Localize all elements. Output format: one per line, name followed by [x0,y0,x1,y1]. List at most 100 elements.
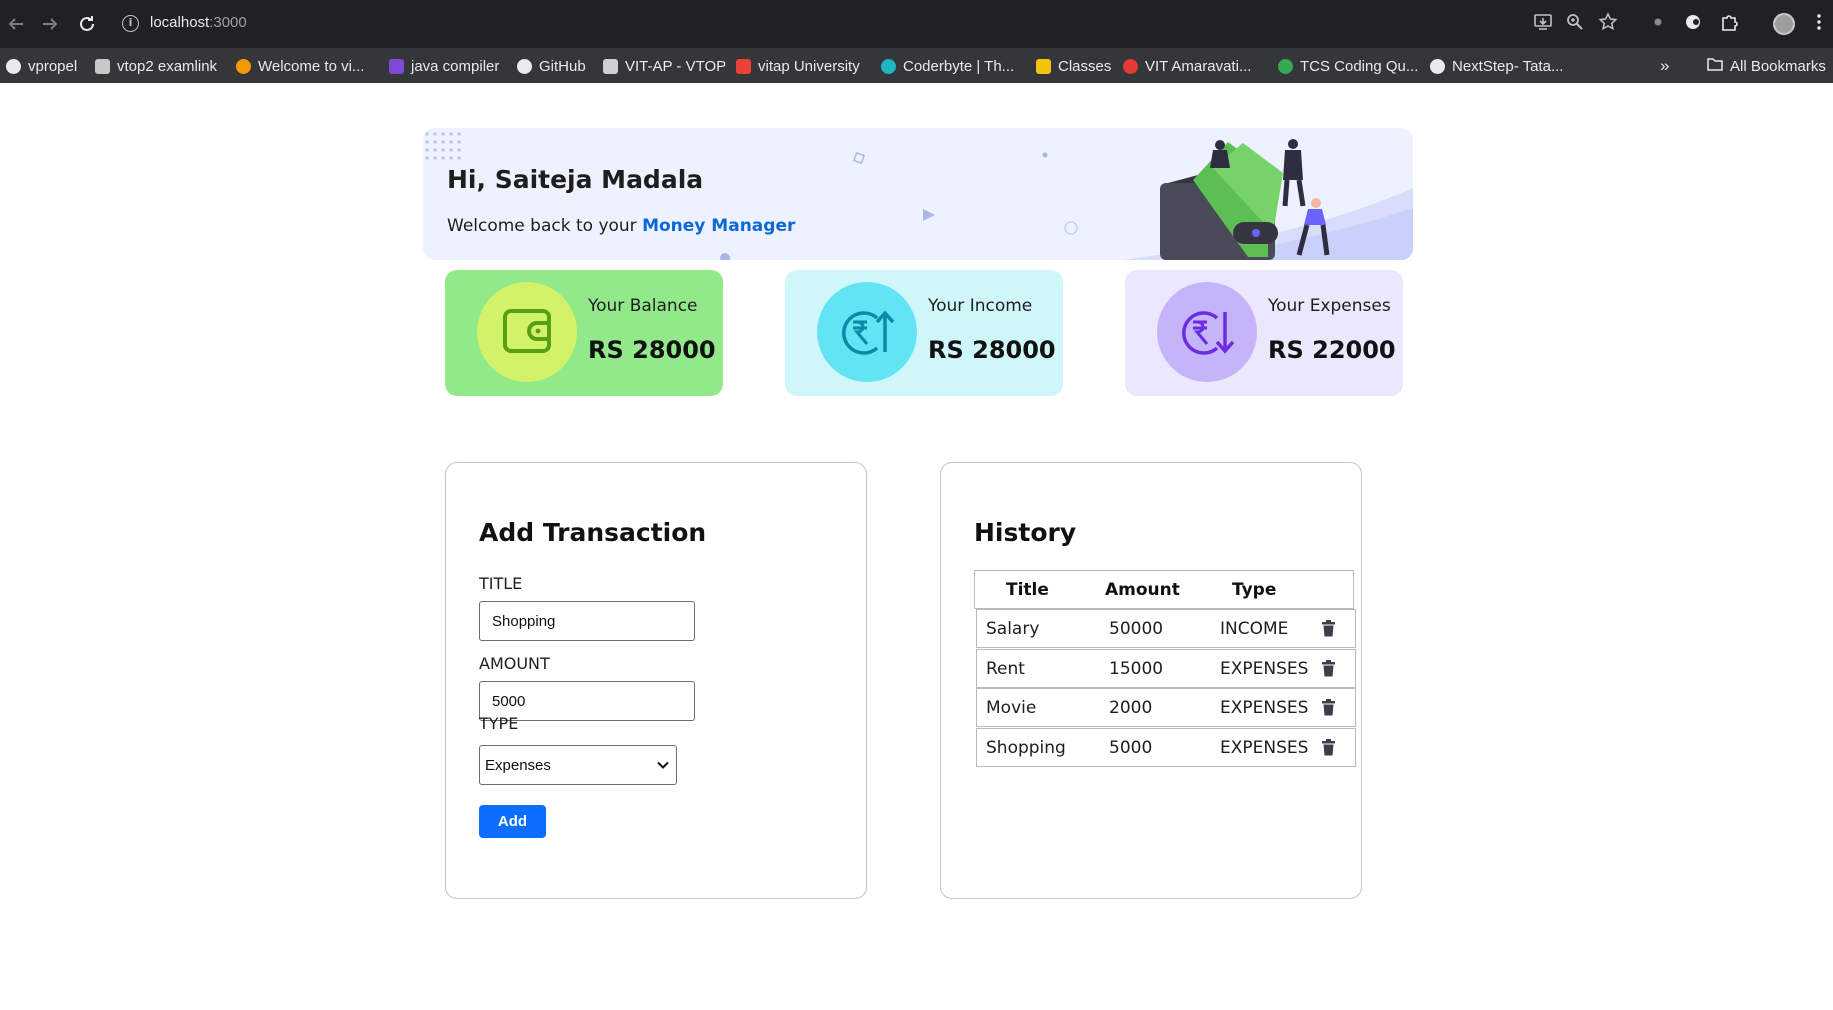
balance-label: Your Balance [588,296,698,316]
income-value: RS 28000 [928,336,1056,364]
browser-toolbar: i localhost:3000 [0,0,1833,48]
row-type: EXPENSES [1220,659,1309,679]
trash-icon[interactable] [1322,699,1335,716]
add-button[interactable]: Add [479,805,546,838]
bookmark-favicon-icon [881,58,896,74]
table-row: Movie 2000 EXPENSES [976,688,1356,727]
forward-arrow-icon[interactable] [38,12,62,36]
balance-icon-circle [477,282,577,382]
welcome-text: Welcome back to your Money Manager [447,216,796,236]
wallet-icon [503,309,551,353]
amount-label: AMOUNT [479,654,550,673]
row-amount: 2000 [1109,698,1153,718]
bookmark-item[interactable]: VIT Amaravati... [1123,56,1251,76]
row-amount: 5000 [1109,738,1153,758]
type-select-value: Expenses [485,757,551,774]
income-icon-circle [817,282,917,382]
rupee-up-icon [842,310,895,355]
bookmark-favicon-icon [1123,58,1138,74]
title-label: TITLE [479,574,523,593]
row-title: Rent [986,659,1025,679]
gmail-icon [736,58,751,74]
bookmark-favicon-icon [95,58,110,74]
bookmark-item[interactable]: vitap University [736,56,860,76]
bookmark-item[interactable]: TCS Coding Qu... [1278,56,1418,76]
bookmark-item[interactable]: VIT-AP - VTOP [603,56,726,76]
bookmark-item[interactable]: java compiler [389,56,499,76]
history-table-header: Title Amount Type [974,570,1354,609]
bookmark-favicon-icon [1430,58,1445,74]
profile-avatar[interactable] [1773,13,1795,35]
banner-decoration [425,132,1413,260]
bookmark-favicon-icon [1278,58,1293,74]
bookmark-item[interactable]: vpropel [6,56,77,76]
type-label: TYPE [479,714,519,733]
column-header-amount: Amount [1105,580,1180,600]
rupee-down-icon [1182,311,1235,355]
balance-card: Your Balance RS 28000 [445,270,723,396]
table-row: Shopping 5000 EXPENSES [976,728,1356,767]
title-input[interactable] [479,601,695,641]
bookmark-item[interactable]: Coderbyte | Th... [881,56,1014,76]
expenses-card: Your Expenses RS 22000 [1125,270,1403,396]
table-row: Salary 50000 INCOME [976,609,1356,648]
more-bookmarks-button[interactable]: » [1660,56,1669,76]
trash-icon[interactable] [1322,739,1335,756]
bookmark-item[interactable]: Classes [1036,56,1111,76]
bookmark-favicon-icon [389,58,404,74]
row-type: EXPENSES [1220,698,1309,718]
reload-icon[interactable] [75,12,99,36]
type-select[interactable]: Expenses [479,745,677,785]
url-text: localhost:3000 [150,14,247,31]
bookmark-item[interactable]: NextStep- Tata... [1430,56,1563,76]
expenses-value: RS 22000 [1268,336,1396,364]
column-header-title: Title [1006,580,1049,600]
row-amount: 15000 [1109,659,1164,679]
row-title: Salary [986,619,1040,639]
trash-icon[interactable] [1322,620,1335,637]
extension-puzzle-colored-icon[interactable] [1681,12,1705,36]
extension-dot-icon[interactable] [1646,12,1670,36]
row-title: Movie [986,698,1037,718]
bookmarks-bar: vpropel vtop2 examlink Welcome to vi... … [0,48,1833,83]
history-heading: History [974,518,1077,547]
expenses-label: Your Expenses [1268,296,1391,316]
row-title: Shopping [986,738,1066,758]
bookmark-favicon-icon [1036,58,1051,74]
bookmark-star-icon[interactable] [1596,12,1620,36]
row-type: INCOME [1220,619,1289,639]
bookmark-favicon-icon [6,58,21,74]
zoom-icon[interactable] [1563,12,1587,36]
bookmark-item[interactable]: Welcome to vi... [236,56,364,76]
income-label: Your Income [928,296,1033,316]
column-header-type: Type [1232,580,1277,600]
balance-value: RS 28000 [588,336,716,364]
chevron-down-icon [657,761,669,769]
row-amount: 50000 [1109,619,1164,639]
income-card: Your Income RS 28000 [785,270,1063,396]
history-panel: History Title Amount Type Salary 50000 I… [940,462,1362,899]
back-arrow-icon[interactable] [4,12,28,36]
github-icon [517,58,532,74]
extensions-puzzle-icon[interactable] [1718,12,1742,36]
row-type: EXPENSES [1220,738,1309,758]
app-page: Hi, Saiteja Madala Welcome back to your … [0,83,1833,1010]
address-bar[interactable]: i localhost:3000 [114,7,1504,41]
folder-icon [1707,57,1723,75]
table-row: Rent 15000 EXPENSES [976,649,1356,688]
brand-name: Money Manager [642,216,796,236]
bookmark-favicon-icon [603,58,618,74]
bookmark-item[interactable]: GitHub [517,56,586,76]
all-bookmarks-button[interactable]: All Bookmarks [1707,56,1826,76]
trash-icon[interactable] [1322,660,1335,677]
install-app-icon[interactable] [1531,12,1555,36]
greeting-heading: Hi, Saiteja Madala [447,165,704,194]
menu-kebab-icon[interactable] [1807,12,1831,36]
bookmark-item[interactable]: vtop2 examlink [95,56,217,76]
expenses-icon-circle [1157,282,1257,382]
welcome-banner: Hi, Saiteja Madala Welcome back to your … [423,128,1413,260]
add-transaction-heading: Add Transaction [479,518,707,547]
site-info-icon[interactable]: i [122,15,139,32]
bookmark-favicon-icon [236,58,251,74]
add-transaction-panel: Add Transaction TITLE AMOUNT TYPE Expens… [445,462,867,899]
